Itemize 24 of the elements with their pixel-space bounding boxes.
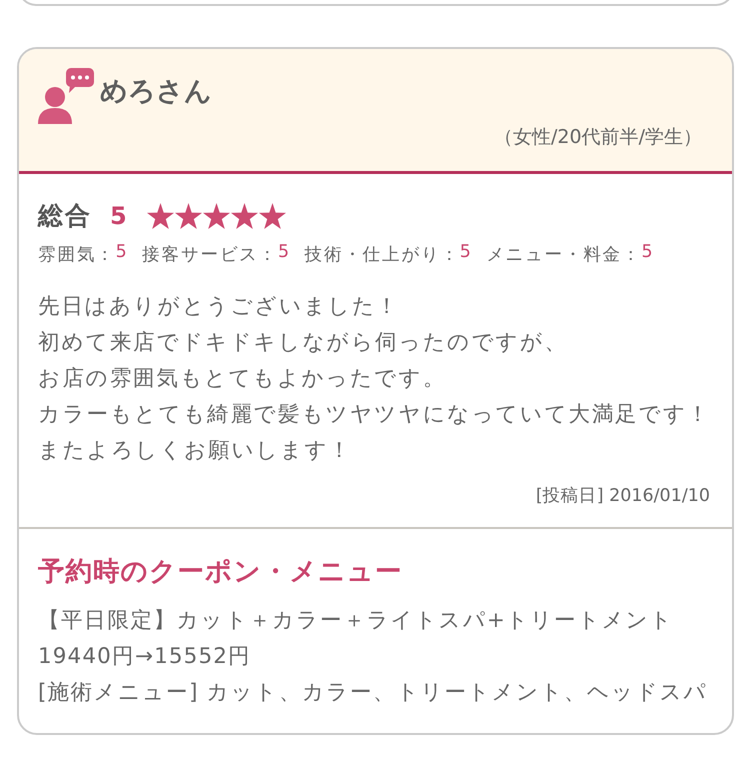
rating-label: 雰囲気： xyxy=(38,244,116,266)
rating-label: 技術・仕上がり： xyxy=(304,244,460,266)
rating-score: 5 xyxy=(460,242,472,264)
coupon-text-line: 【平日限定】カット＋カラー＋ライトスパ+トリートメント xyxy=(38,607,675,635)
coupon-text-line: [施術メニュー] カット、カラー、トリートメント、ヘッドスパ xyxy=(38,679,709,707)
rating-score: 5 xyxy=(641,242,654,264)
rating-score: 5 xyxy=(278,242,291,264)
post-date: [投稿日] 2016/01/10 xyxy=(534,485,711,507)
reviewer-profile: （女性/20代前半/学生） xyxy=(493,125,702,150)
review-text: 先日はありがとうございました！ 初めて来店でドキドキしながら伺ったのですが、 お店の雰囲気もとてもよかったです。 カラーもとても綺麗で髪もツヤツヤになっていて大満足です！ またよろしくお願いします！ xyxy=(38,293,712,465)
rating-label: メニュー・料金： xyxy=(486,244,642,266)
rating-label: 接客サービス： xyxy=(142,244,278,266)
coupon-menu-title: 予約時のクーポン・メニュー xyxy=(38,555,404,589)
rating-score: 5 xyxy=(116,242,128,264)
star-icon xyxy=(202,202,230,228)
coupon-text-line: 19440円→15552円 xyxy=(38,643,252,671)
overall-label: 総合 xyxy=(38,200,92,232)
star-icon xyxy=(146,202,174,228)
star-icon xyxy=(230,202,258,228)
user-comment-icon xyxy=(38,68,94,124)
overall-score: 5 xyxy=(110,202,127,230)
reviewer-name: めろさん xyxy=(100,75,212,109)
star-icon xyxy=(258,202,286,228)
star-icon xyxy=(174,202,202,228)
